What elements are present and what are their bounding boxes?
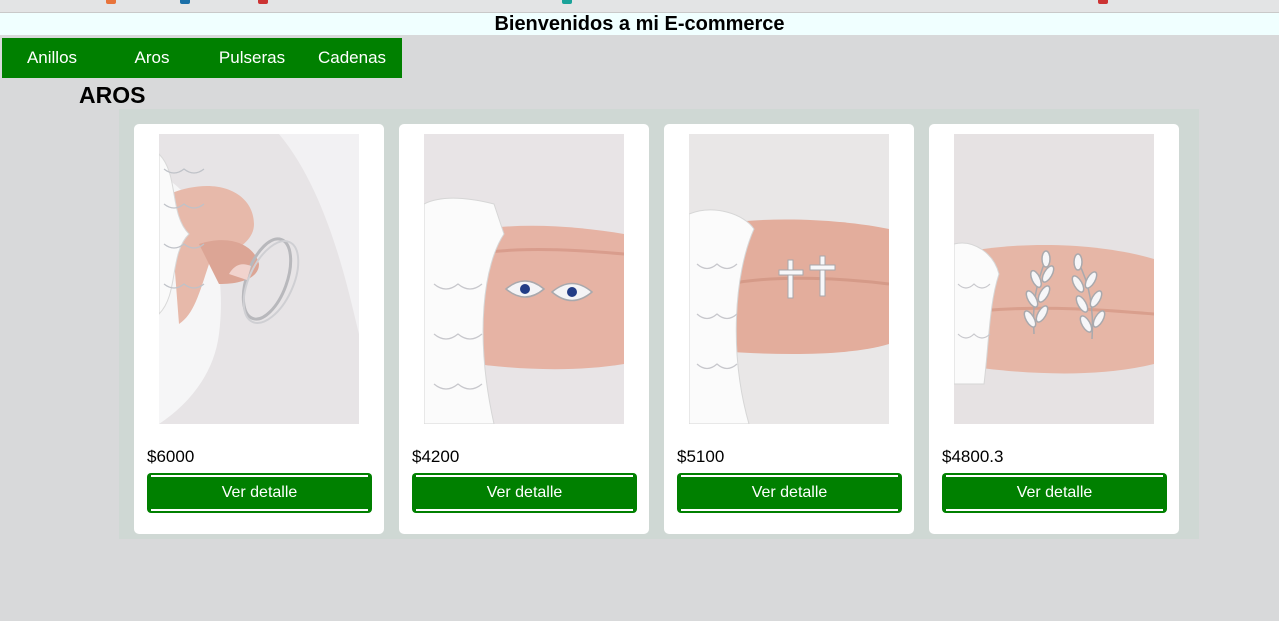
view-detail-button[interactable]: Ver detalle <box>942 473 1167 513</box>
product-image-eye-earrings <box>424 134 624 424</box>
product-grid: $6000 Ver detalle $4200 Ver detalle $510… <box>119 109 1199 539</box>
page-header: Bienvenidos a mi E-commerce <box>0 13 1279 35</box>
page-title: Bienvenidos a mi E-commerce <box>494 13 785 35</box>
product-card: $5100 Ver detalle <box>664 124 914 534</box>
product-price: $4800.3 <box>942 447 1004 466</box>
browser-bookmarks-strip <box>0 0 1279 13</box>
product-image-ring <box>159 134 359 424</box>
nav-item-pulseras[interactable]: Pulseras <box>202 38 302 78</box>
product-price: $6000 <box>147 447 195 466</box>
product-price: $5100 <box>677 447 725 466</box>
nav-item-anillos[interactable]: Anillos <box>2 38 102 78</box>
product-card: $4200 Ver detalle <box>399 124 649 534</box>
product-card: $4800.3 Ver detalle <box>929 124 1179 534</box>
product-image-cross-earrings <box>689 134 889 424</box>
nav-item-aros[interactable]: Aros <box>102 38 202 78</box>
category-nav: Anillos Aros Pulseras Cadenas <box>2 38 402 78</box>
product-price: $4200 <box>412 447 460 466</box>
view-detail-button[interactable]: Ver detalle <box>147 473 372 513</box>
section-title: AROS <box>79 82 146 108</box>
product-card: $6000 Ver detalle <box>134 124 384 534</box>
product-image-leaf-earrings <box>954 134 1154 424</box>
view-detail-button[interactable]: Ver detalle <box>412 473 637 513</box>
view-detail-button[interactable]: Ver detalle <box>677 473 902 513</box>
nav-item-cadenas[interactable]: Cadenas <box>302 38 402 78</box>
